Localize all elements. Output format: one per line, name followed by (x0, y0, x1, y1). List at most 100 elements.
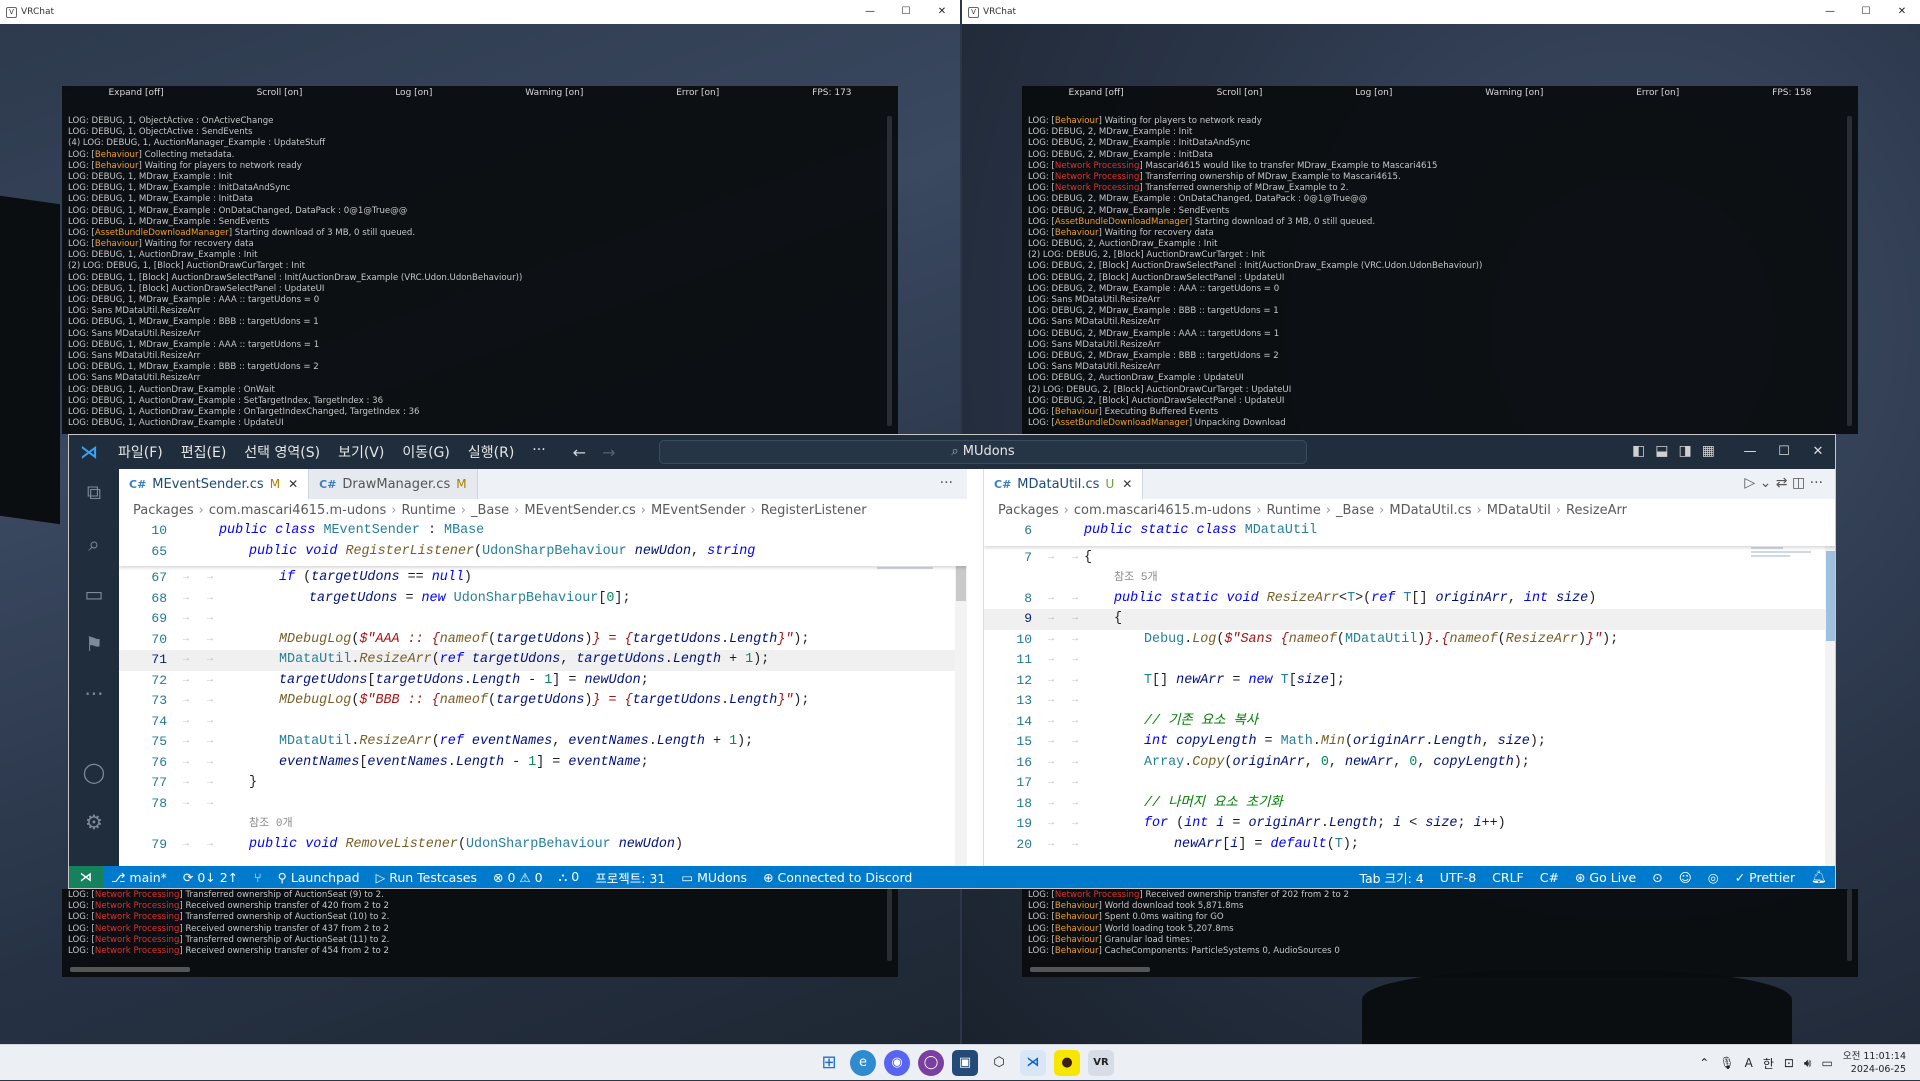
minimap[interactable] (1751, 521, 1821, 866)
breadcrumb-item[interactable]: MDataUtil.cs (1389, 503, 1471, 518)
vrchat-taskbar-icon[interactable]: VR (1088, 1050, 1114, 1076)
minimize-button[interactable]: — (852, 0, 888, 24)
editor-tab[interactable]: C# MDataUtil.cs U ✕ (984, 469, 1144, 499)
menu-item[interactable]: 편집(E) (172, 442, 236, 462)
branch-indicator[interactable]: ⎇ main* (103, 870, 175, 885)
maximize-button[interactable]: ☐ (1767, 435, 1801, 469)
close-button[interactable]: ✕ (1884, 0, 1920, 24)
command-center-search[interactable]: ⌕ MUdons (659, 440, 1307, 464)
ime-indicator[interactable]: 한 (1763, 1055, 1774, 1072)
more-icon[interactable]: ··· (81, 681, 107, 707)
split-editor-icon[interactable]: ◫ (1792, 475, 1805, 491)
ports-indicator[interactable]: ⛬ 0 (551, 869, 588, 885)
console-scrollbar[interactable] (887, 889, 892, 961)
encoding-indicator[interactable]: UTF-8 (1432, 870, 1484, 885)
problems-indicator[interactable]: ⊗ 0 ⚠ 0 (485, 870, 551, 885)
breadcrumb-item[interactable]: MEventSender (651, 503, 746, 518)
toggle-sidebar-icon[interactable]: ◧ (1632, 443, 1645, 459)
console-filter-toggle[interactable]: Expand [off] (1068, 88, 1123, 99)
discord-icon[interactable]: ◉ (884, 1050, 910, 1076)
unity-icon[interactable]: ⬡ (986, 1050, 1012, 1076)
network-icon[interactable]: ⊡ (1784, 1056, 1794, 1070)
minimap[interactable] (877, 521, 947, 866)
language-indicator[interactable]: C# (1532, 870, 1567, 885)
tab-size-indicator[interactable]: Tab 크기: 4 (1351, 868, 1431, 887)
close-tab-icon[interactable]: ✕ (1122, 477, 1132, 491)
console-filter-toggle[interactable]: Warning [on] (525, 88, 583, 99)
project-indicator[interactable]: 프로젝트: 31 (587, 868, 673, 887)
chevron-down-icon[interactable]: ⌄ (1760, 475, 1772, 491)
breadcrumb-item[interactable]: Packages (998, 503, 1059, 518)
breadcrumb-item[interactable]: MEventSender.cs (524, 503, 635, 518)
run-testcases-button[interactable]: ▷ Run Testcases (368, 870, 485, 885)
app-icon[interactable]: ◯ (918, 1050, 944, 1076)
more-actions-icon[interactable]: ··· (1810, 475, 1823, 491)
console-filter-toggle[interactable]: Expand [off] (108, 88, 163, 99)
console-scrollbar[interactable] (1847, 116, 1852, 426)
breadcrumb-item[interactable]: Packages (133, 503, 194, 518)
edge-browser-icon[interactable]: e (850, 1050, 876, 1076)
settings-gear-icon[interactable]: ⚙ (81, 809, 107, 835)
console-filter-toggle[interactable]: Error [on] (676, 88, 719, 99)
maximize-button[interactable]: ☐ (888, 0, 924, 24)
volume-icon[interactable]: 🔊︎ (1804, 1056, 1812, 1071)
console-hscrollbar[interactable] (70, 967, 190, 972)
explorer-icon[interactable]: ⧉ (81, 479, 107, 505)
console-filter-toggle[interactable]: Log [on] (395, 88, 432, 99)
console-hscrollbar[interactable] (1030, 967, 1150, 972)
workspace-indicator[interactable]: ▭ MUdons (673, 870, 755, 885)
search-icon[interactable]: ⌕ (81, 531, 107, 557)
compare-icon[interactable]: ⇄ (1776, 475, 1788, 491)
code-editor[interactable]: 10 public class MEventSender : MBase 65 pub… (119, 521, 967, 866)
menu-item[interactable]: 이동(G) (393, 442, 459, 462)
close-button[interactable]: ✕ (1801, 435, 1835, 469)
console-filter-toggle[interactable]: Error [on] (1636, 88, 1679, 99)
toggle-panel-icon[interactable]: ⬓ (1655, 443, 1668, 459)
eol-indicator[interactable]: CRLF (1484, 870, 1532, 885)
console-filter-toggle[interactable]: FPS: 158 (1772, 88, 1811, 99)
minimize-button[interactable]: — (1733, 435, 1767, 469)
broadcast-icon[interactable]: ◎ (1700, 870, 1727, 885)
console-filter-toggle[interactable]: Scroll [on] (1217, 88, 1263, 99)
console-filter-toggle[interactable]: Log [on] (1355, 88, 1392, 99)
console-filter-toggle[interactable]: FPS: 173 (812, 88, 851, 99)
breadcrumb-item[interactable]: com.mascari4615.m-udons (1074, 503, 1251, 518)
sync-indicator[interactable]: ⟳ 0↓ 2↑ (175, 870, 246, 885)
console-scrollbar[interactable] (887, 116, 892, 426)
menu-item[interactable]: 보기(V) (329, 442, 393, 462)
customize-layout-icon[interactable]: ▦ (1702, 443, 1715, 459)
more-actions-icon[interactable]: ··· (940, 475, 953, 491)
remote-desktop-icon[interactable]: ▣ (952, 1050, 978, 1076)
chevron-up-icon[interactable]: ⌃ (1699, 1056, 1709, 1070)
run-icon[interactable]: ▷ (1744, 475, 1755, 491)
breadcrumb-item[interactable]: Runtime (401, 503, 455, 518)
source-control-icon[interactable]: ▭ (81, 581, 107, 607)
toggle-secondary-sidebar-icon[interactable]: ◨ (1679, 443, 1692, 459)
discord-status[interactable]: ⊕ Connected to Discord (755, 870, 920, 885)
menu-item[interactable]: ··· (523, 442, 554, 462)
remote-indicator-icon[interactable]: ⋊ (69, 866, 103, 888)
forward-arrow-icon[interactable]: → (602, 443, 615, 462)
kakaotalk-icon[interactable]: ● (1054, 1050, 1080, 1076)
close-button[interactable]: ✕ (924, 0, 960, 24)
editor-tab[interactable]: C# MEventSender.cs M ✕ (119, 469, 310, 499)
breadcrumb-item[interactable]: _Base (471, 503, 509, 518)
menu-item[interactable]: 실행(R) (459, 442, 523, 462)
back-arrow-icon[interactable]: ← (573, 443, 586, 462)
copilot-icon[interactable]: ⊙ (1644, 870, 1670, 885)
prettier-button[interactable]: ✓ Prettier (1727, 870, 1803, 885)
console-filter-toggle[interactable]: Warning [on] (1485, 88, 1543, 99)
editor-scrollbar[interactable] (955, 521, 967, 866)
minimize-button[interactable]: — (1812, 0, 1848, 24)
close-tab-icon[interactable]: ✕ (288, 477, 298, 491)
battery-icon[interactable]: ▭ (1821, 1056, 1832, 1070)
console-filter-toggle[interactable]: Scroll [on] (257, 88, 303, 99)
menu-item[interactable]: 파일(F) (109, 442, 172, 462)
vscode-taskbar-icon[interactable]: ⋊ (1020, 1050, 1046, 1076)
go-live-button[interactable]: ⊛ Go Live (1567, 870, 1644, 885)
console-scrollbar[interactable] (1847, 889, 1852, 961)
breadcrumb-item[interactable]: MDataUtil (1487, 503, 1551, 518)
menu-item[interactable]: 선택 영역(S) (235, 442, 329, 462)
font-icon[interactable]: A (1745, 1056, 1753, 1070)
breadcrumb-item[interactable]: RegisterListener (761, 503, 867, 518)
